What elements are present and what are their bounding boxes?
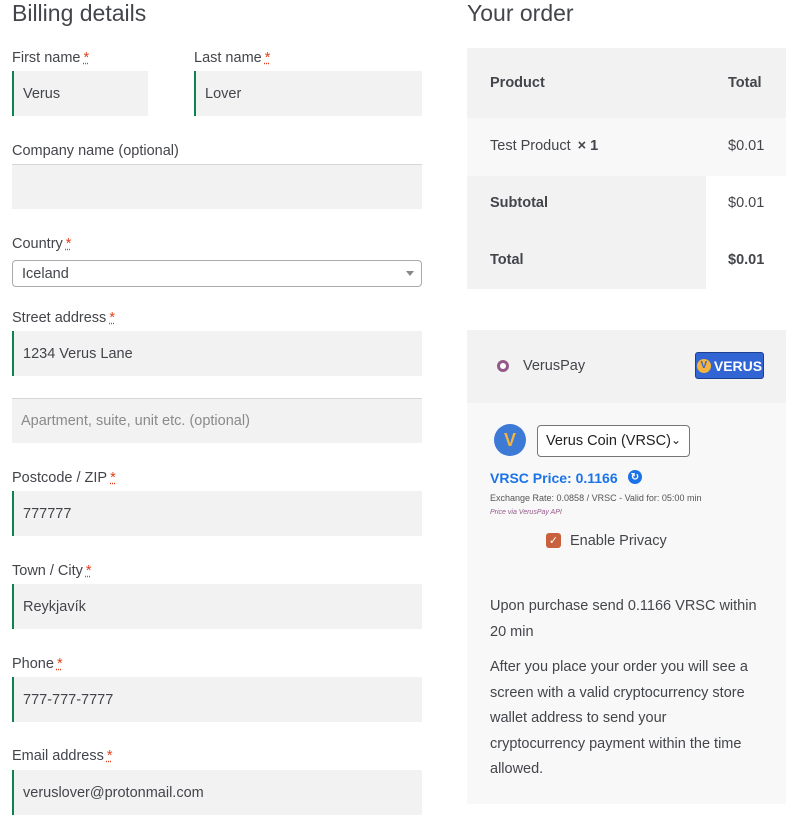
postcode-label: Postcode / ZIP * xyxy=(12,470,116,486)
privacy-checkbox[interactable]: ✓ xyxy=(546,533,561,548)
phone-label-text: Phone xyxy=(12,656,54,672)
verus-logo-icon: V xyxy=(696,358,711,373)
country-label: Country * xyxy=(12,236,71,252)
coin-select-value: Verus Coin (VRSC) xyxy=(546,433,671,449)
item-name: Test Product × 1 xyxy=(490,138,598,154)
required-marker: * xyxy=(109,310,115,326)
email-field[interactable]: veruslover@protonmail.com xyxy=(12,770,422,815)
verus-logo-text: VERUS xyxy=(713,357,763,374)
order-info: After you place your order you will see … xyxy=(490,659,748,777)
verus-coin-glyph: V xyxy=(503,429,516,450)
required-marker: * xyxy=(83,50,90,66)
street-value: 1234 Verus Lane xyxy=(23,345,133,362)
subtotal-label: Subtotal xyxy=(490,195,548,211)
required-marker: * xyxy=(65,236,72,252)
street-field[interactable]: 1234 Verus Lane xyxy=(12,331,422,376)
company-field[interactable] xyxy=(12,164,422,209)
privacy-label[interactable]: Enable Privacy xyxy=(570,533,667,549)
postcode-value: 777777 xyxy=(23,505,72,522)
verus-pay-radio[interactable] xyxy=(497,360,509,372)
apartment-field[interactable]: Apartment, suite, unit etc. (optional) xyxy=(12,398,422,443)
first-name-value: Verus xyxy=(23,85,61,102)
item-name-text: Test Product xyxy=(490,138,571,154)
send-instructions: Upon purchase send 0.1166 VRSC within 20… xyxy=(490,598,757,640)
phone-value: 777-777-7777 xyxy=(23,691,114,708)
required-marker: * xyxy=(85,563,92,579)
coin-select[interactable]: Verus Coin (VRSC) ⌄ xyxy=(537,425,690,457)
country-value: Iceland xyxy=(22,265,69,282)
city-value: Reykjavík xyxy=(23,598,86,615)
subtotal-value: $0.01 xyxy=(728,195,765,211)
first-name-label-text: First name xyxy=(12,50,81,66)
first-name-label: First name * xyxy=(12,50,89,66)
vrsc-price: VRSC Price: 0.1166 xyxy=(490,470,618,486)
country-select[interactable]: Iceland xyxy=(12,260,422,287)
postcode-label-text: Postcode / ZIP xyxy=(12,470,108,486)
item-price: $0.01 xyxy=(728,138,765,154)
country-label-text: Country xyxy=(12,236,63,252)
refresh-icon[interactable]: ↻ xyxy=(628,470,642,484)
last-name-field[interactable]: Lover xyxy=(194,71,422,116)
postcode-field[interactable]: 777777 xyxy=(12,491,422,536)
street-label: Street address * xyxy=(12,310,115,326)
exchange-rate: Exchange Rate: 0.0858 / VRSC - Valid for… xyxy=(490,493,702,503)
total-column-header: Total xyxy=(728,75,762,91)
email-label: Email address * xyxy=(12,748,113,764)
order-title: Your order xyxy=(467,0,574,26)
product-column-header: Product xyxy=(490,75,545,91)
total-label: Total xyxy=(490,252,524,268)
billing-title: Billing details xyxy=(12,0,147,26)
required-marker: * xyxy=(56,656,63,672)
required-marker: * xyxy=(106,748,113,764)
order-footer-labels xyxy=(467,176,706,289)
phone-field[interactable]: 777-777-7777 xyxy=(12,677,422,722)
email-label-text: Email address xyxy=(12,748,104,764)
price-source: Price via VerusPay API xyxy=(490,509,562,516)
last-name-value: Lover xyxy=(205,85,242,102)
company-label: Company name (optional) xyxy=(12,143,179,159)
item-quantity: × 1 xyxy=(577,138,599,154)
verus-pay-label[interactable]: VerusPay xyxy=(523,358,585,374)
city-label: Town / City * xyxy=(12,563,92,579)
verus-logo: V VERUS xyxy=(695,352,764,379)
last-name-label-text: Last name xyxy=(194,50,262,66)
apartment-placeholder: Apartment, suite, unit etc. (optional) xyxy=(21,413,250,429)
chevron-down-icon: ⌄ xyxy=(670,433,681,447)
email-value: veruslover@protonmail.com xyxy=(23,784,204,801)
first-name-field[interactable]: Verus xyxy=(12,71,148,116)
total-value: $0.01 xyxy=(728,252,765,268)
verus-coin-icon: V xyxy=(494,424,526,456)
required-marker: * xyxy=(264,50,271,66)
required-marker: * xyxy=(110,470,116,486)
city-field[interactable]: Reykjavík xyxy=(12,584,422,629)
chevron-down-icon xyxy=(406,271,414,276)
phone-label: Phone * xyxy=(12,656,63,672)
city-label-text: Town / City xyxy=(12,563,83,579)
last-name-label: Last name * xyxy=(194,50,270,66)
street-label-text: Street address xyxy=(12,310,107,326)
